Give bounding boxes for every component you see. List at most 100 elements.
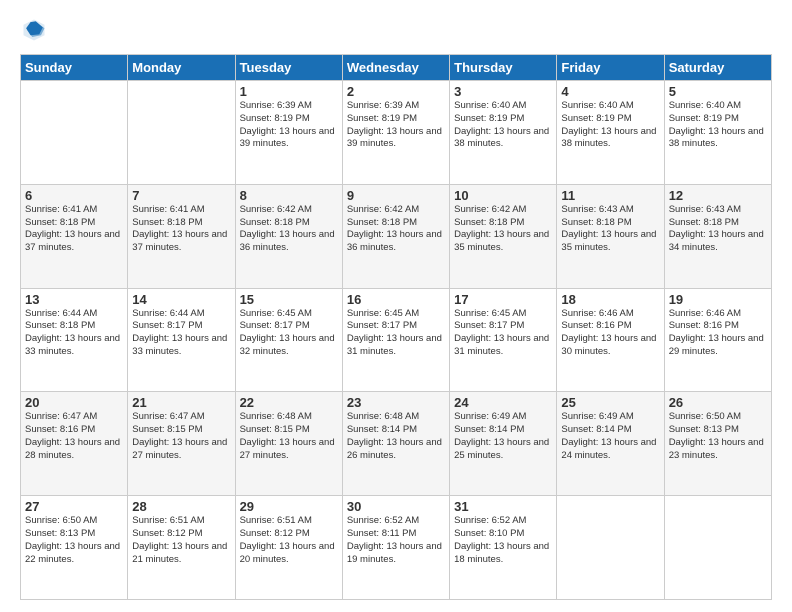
day-info: Sunrise: 6:52 AM Sunset: 8:10 PM Dayligh…: [454, 515, 552, 566]
day-info: Sunrise: 6:41 AM Sunset: 8:18 PM Dayligh…: [132, 204, 230, 255]
day-number: 14: [132, 292, 230, 307]
calendar-cell: 7Sunrise: 6:41 AM Sunset: 8:18 PM Daylig…: [128, 184, 235, 288]
day-number: 5: [669, 84, 767, 99]
calendar-header-wednesday: Wednesday: [342, 55, 449, 81]
calendar-cell: 18Sunrise: 6:46 AM Sunset: 8:16 PM Dayli…: [557, 288, 664, 392]
calendar-cell: 24Sunrise: 6:49 AM Sunset: 8:14 PM Dayli…: [450, 392, 557, 496]
calendar-cell: 26Sunrise: 6:50 AM Sunset: 8:13 PM Dayli…: [664, 392, 771, 496]
calendar-week-row: 13Sunrise: 6:44 AM Sunset: 8:18 PM Dayli…: [21, 288, 772, 392]
calendar-week-row: 20Sunrise: 6:47 AM Sunset: 8:16 PM Dayli…: [21, 392, 772, 496]
calendar-header-saturday: Saturday: [664, 55, 771, 81]
day-number: 25: [561, 395, 659, 410]
calendar-week-row: 1Sunrise: 6:39 AM Sunset: 8:19 PM Daylig…: [21, 81, 772, 185]
day-info: Sunrise: 6:49 AM Sunset: 8:14 PM Dayligh…: [454, 411, 552, 462]
day-number: 3: [454, 84, 552, 99]
calendar-cell: 22Sunrise: 6:48 AM Sunset: 8:15 PM Dayli…: [235, 392, 342, 496]
calendar-cell: 6Sunrise: 6:41 AM Sunset: 8:18 PM Daylig…: [21, 184, 128, 288]
day-info: Sunrise: 6:44 AM Sunset: 8:17 PM Dayligh…: [132, 308, 230, 359]
day-info: Sunrise: 6:46 AM Sunset: 8:16 PM Dayligh…: [561, 308, 659, 359]
day-number: 28: [132, 499, 230, 514]
calendar-cell: 14Sunrise: 6:44 AM Sunset: 8:17 PM Dayli…: [128, 288, 235, 392]
day-number: 24: [454, 395, 552, 410]
day-info: Sunrise: 6:44 AM Sunset: 8:18 PM Dayligh…: [25, 308, 123, 359]
day-number: 9: [347, 188, 445, 203]
day-number: 2: [347, 84, 445, 99]
day-info: Sunrise: 6:47 AM Sunset: 8:16 PM Dayligh…: [25, 411, 123, 462]
calendar-cell: 19Sunrise: 6:46 AM Sunset: 8:16 PM Dayli…: [664, 288, 771, 392]
day-info: Sunrise: 6:41 AM Sunset: 8:18 PM Dayligh…: [25, 204, 123, 255]
day-info: Sunrise: 6:42 AM Sunset: 8:18 PM Dayligh…: [454, 204, 552, 255]
day-info: Sunrise: 6:51 AM Sunset: 8:12 PM Dayligh…: [240, 515, 338, 566]
day-number: 30: [347, 499, 445, 514]
page: SundayMondayTuesdayWednesdayThursdayFrid…: [0, 0, 792, 612]
day-info: Sunrise: 6:42 AM Sunset: 8:18 PM Dayligh…: [240, 204, 338, 255]
calendar-header-sunday: Sunday: [21, 55, 128, 81]
day-info: Sunrise: 6:39 AM Sunset: 8:19 PM Dayligh…: [240, 100, 338, 151]
day-info: Sunrise: 6:51 AM Sunset: 8:12 PM Dayligh…: [132, 515, 230, 566]
day-number: 7: [132, 188, 230, 203]
calendar-cell: 15Sunrise: 6:45 AM Sunset: 8:17 PM Dayli…: [235, 288, 342, 392]
day-info: Sunrise: 6:47 AM Sunset: 8:15 PM Dayligh…: [132, 411, 230, 462]
day-info: Sunrise: 6:46 AM Sunset: 8:16 PM Dayligh…: [669, 308, 767, 359]
day-info: Sunrise: 6:39 AM Sunset: 8:19 PM Dayligh…: [347, 100, 445, 151]
logo: [20, 16, 52, 44]
calendar-cell: 13Sunrise: 6:44 AM Sunset: 8:18 PM Dayli…: [21, 288, 128, 392]
calendar-cell: 31Sunrise: 6:52 AM Sunset: 8:10 PM Dayli…: [450, 496, 557, 600]
day-number: 29: [240, 499, 338, 514]
calendar-cell: [128, 81, 235, 185]
calendar-cell: 8Sunrise: 6:42 AM Sunset: 8:18 PM Daylig…: [235, 184, 342, 288]
calendar-cell: 16Sunrise: 6:45 AM Sunset: 8:17 PM Dayli…: [342, 288, 449, 392]
calendar-header-monday: Monday: [128, 55, 235, 81]
day-info: Sunrise: 6:49 AM Sunset: 8:14 PM Dayligh…: [561, 411, 659, 462]
calendar-cell: 1Sunrise: 6:39 AM Sunset: 8:19 PM Daylig…: [235, 81, 342, 185]
day-number: 17: [454, 292, 552, 307]
calendar-header-friday: Friday: [557, 55, 664, 81]
calendar-header-tuesday: Tuesday: [235, 55, 342, 81]
day-number: 1: [240, 84, 338, 99]
day-number: 18: [561, 292, 659, 307]
calendar-week-row: 6Sunrise: 6:41 AM Sunset: 8:18 PM Daylig…: [21, 184, 772, 288]
day-info: Sunrise: 6:43 AM Sunset: 8:18 PM Dayligh…: [669, 204, 767, 255]
calendar-cell: 3Sunrise: 6:40 AM Sunset: 8:19 PM Daylig…: [450, 81, 557, 185]
day-number: 8: [240, 188, 338, 203]
day-info: Sunrise: 6:45 AM Sunset: 8:17 PM Dayligh…: [240, 308, 338, 359]
day-number: 27: [25, 499, 123, 514]
calendar-cell: 12Sunrise: 6:43 AM Sunset: 8:18 PM Dayli…: [664, 184, 771, 288]
day-info: Sunrise: 6:50 AM Sunset: 8:13 PM Dayligh…: [669, 411, 767, 462]
day-number: 19: [669, 292, 767, 307]
day-info: Sunrise: 6:48 AM Sunset: 8:14 PM Dayligh…: [347, 411, 445, 462]
calendar-cell: [557, 496, 664, 600]
calendar-cell: 27Sunrise: 6:50 AM Sunset: 8:13 PM Dayli…: [21, 496, 128, 600]
calendar-cell: 23Sunrise: 6:48 AM Sunset: 8:14 PM Dayli…: [342, 392, 449, 496]
calendar-cell: 11Sunrise: 6:43 AM Sunset: 8:18 PM Dayli…: [557, 184, 664, 288]
calendar-cell: 30Sunrise: 6:52 AM Sunset: 8:11 PM Dayli…: [342, 496, 449, 600]
day-info: Sunrise: 6:40 AM Sunset: 8:19 PM Dayligh…: [669, 100, 767, 151]
calendar-cell: 5Sunrise: 6:40 AM Sunset: 8:19 PM Daylig…: [664, 81, 771, 185]
header: [20, 16, 772, 44]
day-info: Sunrise: 6:52 AM Sunset: 8:11 PM Dayligh…: [347, 515, 445, 566]
day-number: 11: [561, 188, 659, 203]
day-number: 6: [25, 188, 123, 203]
calendar-cell: 9Sunrise: 6:42 AM Sunset: 8:18 PM Daylig…: [342, 184, 449, 288]
day-number: 23: [347, 395, 445, 410]
calendar-cell: 29Sunrise: 6:51 AM Sunset: 8:12 PM Dayli…: [235, 496, 342, 600]
logo-icon: [20, 16, 48, 44]
day-info: Sunrise: 6:45 AM Sunset: 8:17 PM Dayligh…: [347, 308, 445, 359]
day-number: 13: [25, 292, 123, 307]
calendar-cell: 20Sunrise: 6:47 AM Sunset: 8:16 PM Dayli…: [21, 392, 128, 496]
calendar-cell: [21, 81, 128, 185]
calendar-header-thursday: Thursday: [450, 55, 557, 81]
day-info: Sunrise: 6:43 AM Sunset: 8:18 PM Dayligh…: [561, 204, 659, 255]
day-number: 12: [669, 188, 767, 203]
day-info: Sunrise: 6:40 AM Sunset: 8:19 PM Dayligh…: [561, 100, 659, 151]
day-number: 21: [132, 395, 230, 410]
calendar-week-row: 27Sunrise: 6:50 AM Sunset: 8:13 PM Dayli…: [21, 496, 772, 600]
calendar-cell: 25Sunrise: 6:49 AM Sunset: 8:14 PM Dayli…: [557, 392, 664, 496]
day-number: 31: [454, 499, 552, 514]
day-info: Sunrise: 6:48 AM Sunset: 8:15 PM Dayligh…: [240, 411, 338, 462]
day-info: Sunrise: 6:50 AM Sunset: 8:13 PM Dayligh…: [25, 515, 123, 566]
day-number: 20: [25, 395, 123, 410]
day-number: 16: [347, 292, 445, 307]
calendar-cell: 17Sunrise: 6:45 AM Sunset: 8:17 PM Dayli…: [450, 288, 557, 392]
day-number: 4: [561, 84, 659, 99]
